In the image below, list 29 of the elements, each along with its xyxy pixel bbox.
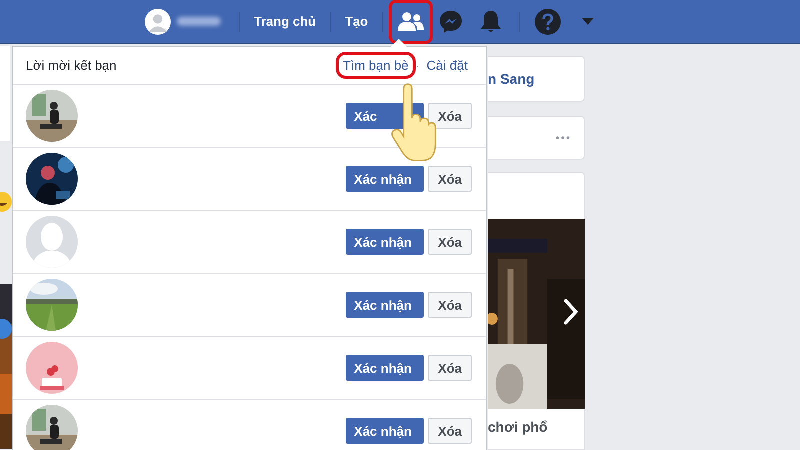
delete-button[interactable]: Xóa [428,103,472,129]
friends-icon [398,12,424,32]
video-caption: chơi phổ [488,418,549,435]
hand-pointer-icon [391,83,437,163]
panel-title: Lời mời kết bạn [26,58,117,73]
delete-button[interactable]: Xóa [428,355,472,381]
profile-avatar-icon[interactable] [145,8,171,34]
confirm-button[interactable]: Xác nhận [346,229,424,255]
confirm-button[interactable]: Xác nhận [346,292,424,318]
confirm-button[interactable]: Xác nhận [346,355,424,381]
confirm-button[interactable]: Xác nhận [346,418,424,444]
delete-button[interactable]: Xóa [428,292,472,318]
help-icon [535,8,562,34]
caret-icon [582,18,594,26]
messenger-icon [439,10,464,34]
nav-link[interactable]: Tạo [339,14,374,29]
header-link[interactable]: Tìm bạn bè [339,55,413,76]
delete-button[interactable]: Xóa [428,418,472,444]
profile-name[interactable]: n Sang [488,71,535,87]
blurred-name [177,17,221,26]
more-options-icon[interactable] [556,136,570,140]
delete-button[interactable]: Xóa [428,166,472,192]
header-link[interactable]: Cài đặt [422,55,472,76]
delete-button[interactable]: Xóa [428,229,472,255]
nav-link[interactable]: Trang chủ [248,14,322,29]
confirm-button[interactable]: Xác nhận [346,166,424,192]
bell-icon [480,10,502,34]
friends-button[interactable] [391,2,432,42]
separator-dot: · [416,58,420,72]
